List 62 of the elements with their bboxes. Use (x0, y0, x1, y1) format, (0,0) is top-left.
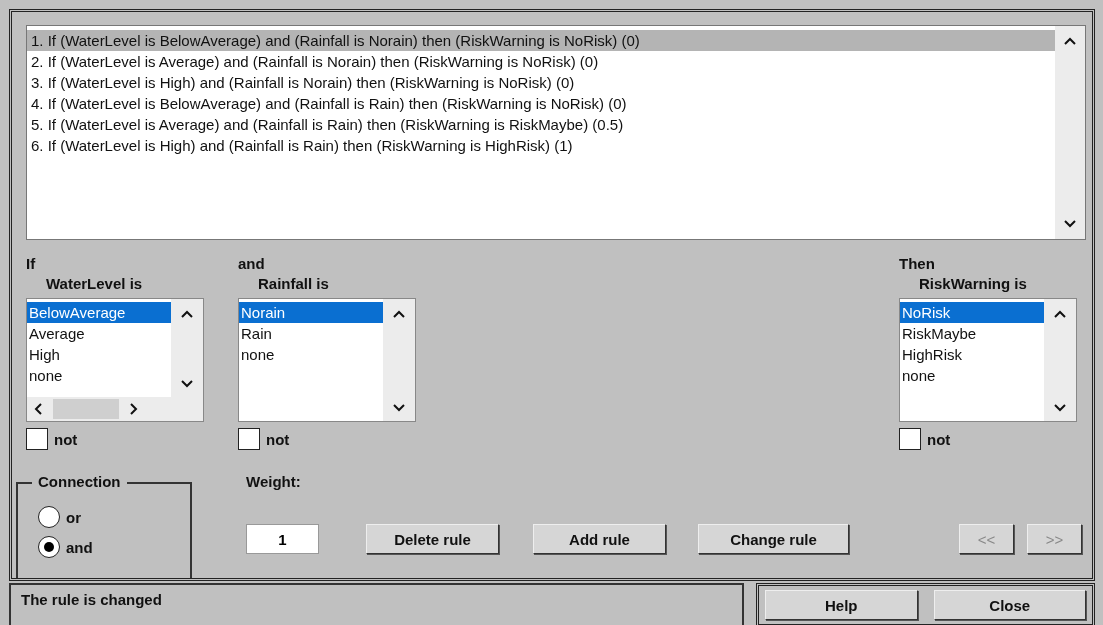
list-item[interactable]: none (900, 365, 1044, 386)
list-item[interactable]: High (27, 344, 171, 365)
rule-button[interactable]: Add rule (533, 524, 666, 554)
scrollbar[interactable] (171, 299, 203, 397)
weight-field[interactable]: 1 (246, 524, 319, 554)
status-bar: The rule is changed (9, 583, 744, 625)
weight-label: Weight: (246, 472, 302, 492)
radio-label: and (66, 538, 93, 556)
connective-label: and (238, 254, 266, 274)
scroll-up-icon[interactable] (1053, 309, 1067, 319)
scroll-thumb[interactable] (53, 399, 119, 419)
rule-item[interactable]: 4. If (WaterLevel is BelowAverage) and (Rainfall is Rain) then (RiskWarning is NoRisk) (0) (27, 93, 1055, 114)
dialog-button[interactable]: Help (765, 590, 918, 620)
membership-list[interactable]: NoRisk RiskMaybe HighRisk none (899, 298, 1077, 422)
scroll-down-icon[interactable] (180, 379, 194, 389)
rule-item[interactable]: 5. If (WaterLevel is Average) and (Rainfall is Rain) then (RiskWarning is RiskMaybe) (0.5) (27, 114, 1055, 135)
list-item[interactable]: none (239, 344, 383, 365)
list-item[interactable]: RiskMaybe (900, 323, 1044, 344)
scrollbar[interactable] (1055, 26, 1085, 239)
scroll-up-icon[interactable] (180, 309, 194, 319)
list-item[interactable]: Rain (239, 323, 383, 344)
horizontal-scrollbar[interactable] (27, 397, 203, 421)
scroll-up-icon[interactable] (392, 309, 406, 319)
membership-list[interactable]: Norain Rain none (238, 298, 416, 422)
rule-item[interactable]: 3. If (WaterLevel is High) and (Rainfall is Norain) then (RiskWarning is NoRisk) (0) (27, 72, 1055, 93)
scroll-right-icon[interactable] (129, 402, 139, 416)
rule-button[interactable]: Delete rule (366, 524, 499, 554)
not-label: not (54, 430, 78, 448)
scroll-up-icon[interactable] (1063, 36, 1077, 46)
radio-button[interactable] (38, 536, 60, 558)
radio-label: or (66, 508, 81, 526)
rule-button[interactable]: Change rule (698, 524, 849, 554)
rule-item[interactable]: 6. If (WaterLevel is High) and (Rainfall is Rain) then (RiskWarning is HighRisk) (1) (27, 135, 1055, 156)
variable-label: Rainfall is (257, 274, 330, 294)
list-item[interactable]: Average (27, 323, 171, 344)
radio-button[interactable] (38, 506, 60, 528)
rule-item[interactable]: 2. If (WaterLevel is Average) and (Rainfall is Norain) then (RiskWarning is NoRisk) (0) (27, 51, 1055, 72)
rule-item[interactable]: 1. If (WaterLevel is BelowAverage) and (Rainfall is Norain) then (RiskWarning is NoRisk) (0) (27, 30, 1055, 51)
not-label: not (266, 430, 290, 448)
list-item[interactable]: HighRisk (900, 344, 1044, 365)
scroll-down-icon[interactable] (1063, 219, 1077, 229)
scrollbar[interactable] (1044, 299, 1076, 421)
checkbox[interactable] (238, 428, 260, 450)
list-item[interactable]: NoRisk (900, 302, 1044, 323)
dialog-button[interactable]: Close (933, 590, 1086, 620)
variable-label: RiskWarning is (918, 274, 1028, 294)
not-label: not (927, 430, 951, 448)
scroll-left-icon[interactable] (33, 402, 43, 416)
list-item[interactable]: BelowAverage (27, 302, 171, 323)
checkbox[interactable] (26, 428, 48, 450)
group-title: Connection (32, 473, 127, 490)
scroll-down-icon[interactable] (392, 403, 406, 413)
connective-label: If (26, 254, 37, 274)
membership-list[interactable]: BelowAverage Average High none (26, 298, 204, 422)
scroll-down-icon[interactable] (1053, 403, 1067, 413)
rule-list[interactable] (26, 25, 1086, 240)
variable-label: WaterLevel is (45, 274, 144, 294)
checkbox[interactable] (899, 428, 921, 450)
scrollbar[interactable] (383, 299, 415, 421)
list-item[interactable]: none (27, 365, 171, 386)
list-item[interactable]: Norain (239, 302, 383, 323)
connective-label: Then (899, 254, 936, 274)
